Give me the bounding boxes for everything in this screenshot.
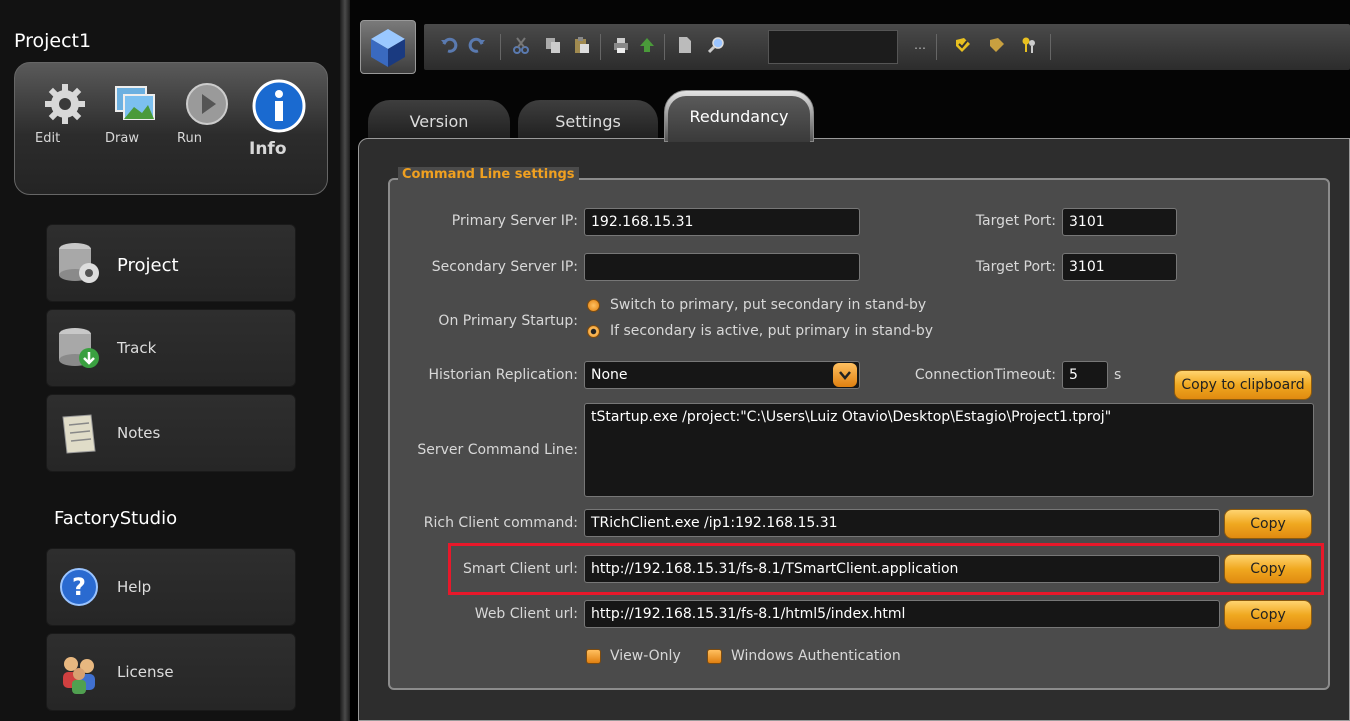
draw-mode-button[interactable]: Draw: [105, 81, 165, 176]
windows-auth-label: Windows Authentication: [731, 648, 901, 664]
chevron-down-icon[interactable]: [833, 363, 857, 387]
sidebar-item-license[interactable]: License: [46, 633, 296, 711]
startup-radio-1[interactable]: [587, 299, 600, 312]
sidebar: Project1 Edit Draw Run Info Project Trac…: [0, 0, 340, 721]
zoom-icon[interactable]: [708, 36, 726, 54]
help-icon: ?: [60, 568, 98, 606]
picture-icon: [115, 86, 155, 120]
target-port-field-2[interactable]: 3101: [1062, 253, 1177, 281]
primary-ip-label: Primary Server IP:: [451, 213, 578, 229]
target-port-label: Target Port:: [975, 259, 1056, 275]
sidebar-item-notes[interactable]: Notes: [46, 394, 296, 472]
toolbar-separator: [664, 34, 665, 60]
sidebar-item-label: Notes: [117, 424, 161, 442]
info-label: Info: [249, 139, 287, 159]
notepad-icon: [62, 414, 96, 454]
info-icon: [252, 79, 306, 133]
edit-label: Edit: [35, 131, 61, 146]
document-icon[interactable]: [676, 36, 694, 54]
toolbar-separator: [500, 34, 501, 60]
sidebar-item-label: Help: [117, 578, 152, 596]
web-client-field[interactable]: http://192.168.15.31/fs-8.1/html5/index.…: [584, 600, 1220, 628]
secondary-ip-field[interactable]: [584, 253, 860, 281]
historian-value: None: [591, 367, 628, 383]
database-download-icon: [59, 328, 99, 368]
more-button[interactable]: …: [914, 38, 926, 52]
app-logo-button[interactable]: [360, 20, 416, 74]
group-title: Command Line settings: [398, 167, 579, 182]
play-icon: [186, 83, 228, 125]
svg-text:?: ?: [72, 573, 86, 601]
tab-settings-label: Settings: [555, 112, 621, 131]
toolbar-separator: [1050, 34, 1051, 60]
redo-icon[interactable]: [468, 36, 486, 54]
cut-icon[interactable]: [512, 36, 530, 54]
view-only-checkbox[interactable]: [586, 649, 601, 664]
database-gear-icon: [59, 243, 99, 283]
copy-to-clipboard-button[interactable]: Copy to clipboard: [1174, 370, 1312, 400]
paste-icon[interactable]: [572, 36, 590, 54]
highlight-box: [448, 543, 1324, 595]
startup-label: On Primary Startup:: [438, 313, 578, 329]
copy-web-button[interactable]: Copy: [1224, 600, 1312, 630]
toolbar-separator: [600, 34, 601, 60]
copy-rich-button[interactable]: Copy: [1224, 509, 1312, 539]
startup-option-1: Switch to primary, put secondary in stan…: [610, 297, 927, 313]
tab-version[interactable]: Version: [368, 100, 510, 142]
mode-panel: Edit Draw Run Info: [14, 62, 328, 195]
edit-mode-button[interactable]: Edit: [35, 81, 95, 176]
rich-client-field[interactable]: TRichClient.exe /ip1:192.168.15.31: [584, 509, 1220, 537]
sidebar-item-project[interactable]: Project: [46, 224, 296, 302]
view-only-label: View-Only: [610, 648, 681, 664]
copy-icon[interactable]: [544, 36, 562, 54]
timeout-unit: s: [1114, 367, 1122, 383]
server-command-field[interactable]: tStartup.exe /project:"C:\Users\Luiz Ota…: [584, 403, 1314, 497]
historian-label: Historian Replication:: [428, 367, 578, 383]
factorystudio-title: FactoryStudio: [54, 508, 178, 529]
historian-select[interactable]: None: [584, 361, 860, 389]
sidebar-item-track[interactable]: Track: [46, 309, 296, 387]
tab-settings[interactable]: Settings: [518, 100, 658, 142]
print-icon[interactable]: [612, 36, 630, 54]
target-port-label: Target Port:: [975, 213, 1056, 229]
upload-icon[interactable]: [638, 36, 656, 54]
web-client-label: Web Client url:: [474, 606, 578, 622]
project-title: Project1: [14, 30, 92, 52]
rich-client-label: Rich Client command:: [423, 515, 578, 531]
cube-icon: [371, 29, 405, 67]
target-port-field-1[interactable]: 3101: [1062, 208, 1177, 236]
run-label: Run: [177, 131, 202, 146]
sidebar-item-label: Track: [117, 339, 157, 357]
users-icon: [63, 657, 95, 694]
info-mode-button[interactable]: Info: [249, 79, 309, 174]
startup-radio-2[interactable]: [587, 325, 600, 338]
toolbar-separator: [936, 34, 937, 60]
search-input[interactable]: [768, 30, 898, 64]
tab-version-label: Version: [409, 112, 469, 131]
toolbar: …: [424, 24, 1350, 70]
tag-check-icon[interactable]: [954, 36, 972, 54]
keys-icon[interactable]: [1020, 36, 1038, 54]
gear-icon: [45, 84, 85, 124]
splitter[interactable]: [340, 0, 350, 721]
secondary-ip-label: Secondary Server IP:: [431, 259, 578, 275]
windows-auth-checkbox[interactable]: [707, 649, 722, 664]
timeout-field[interactable]: 5: [1062, 361, 1108, 389]
sidebar-item-label: License: [117, 663, 174, 681]
timeout-label: ConnectionTimeout:: [914, 367, 1056, 383]
tab-redundancy-label[interactable]: Redundancy: [668, 96, 810, 142]
draw-label: Draw: [105, 131, 139, 146]
undo-icon[interactable]: [440, 36, 458, 54]
tag-icon[interactable]: [988, 36, 1006, 54]
startup-option-2: If secondary is active, put primary in s…: [610, 323, 934, 339]
run-mode-button[interactable]: Run: [177, 81, 237, 176]
sidebar-item-label: Project: [117, 255, 179, 276]
primary-ip-field[interactable]: 192.168.15.31: [584, 208, 860, 236]
server-command-label: Server Command Line:: [417, 442, 578, 458]
sidebar-item-help[interactable]: ? Help: [46, 548, 296, 626]
